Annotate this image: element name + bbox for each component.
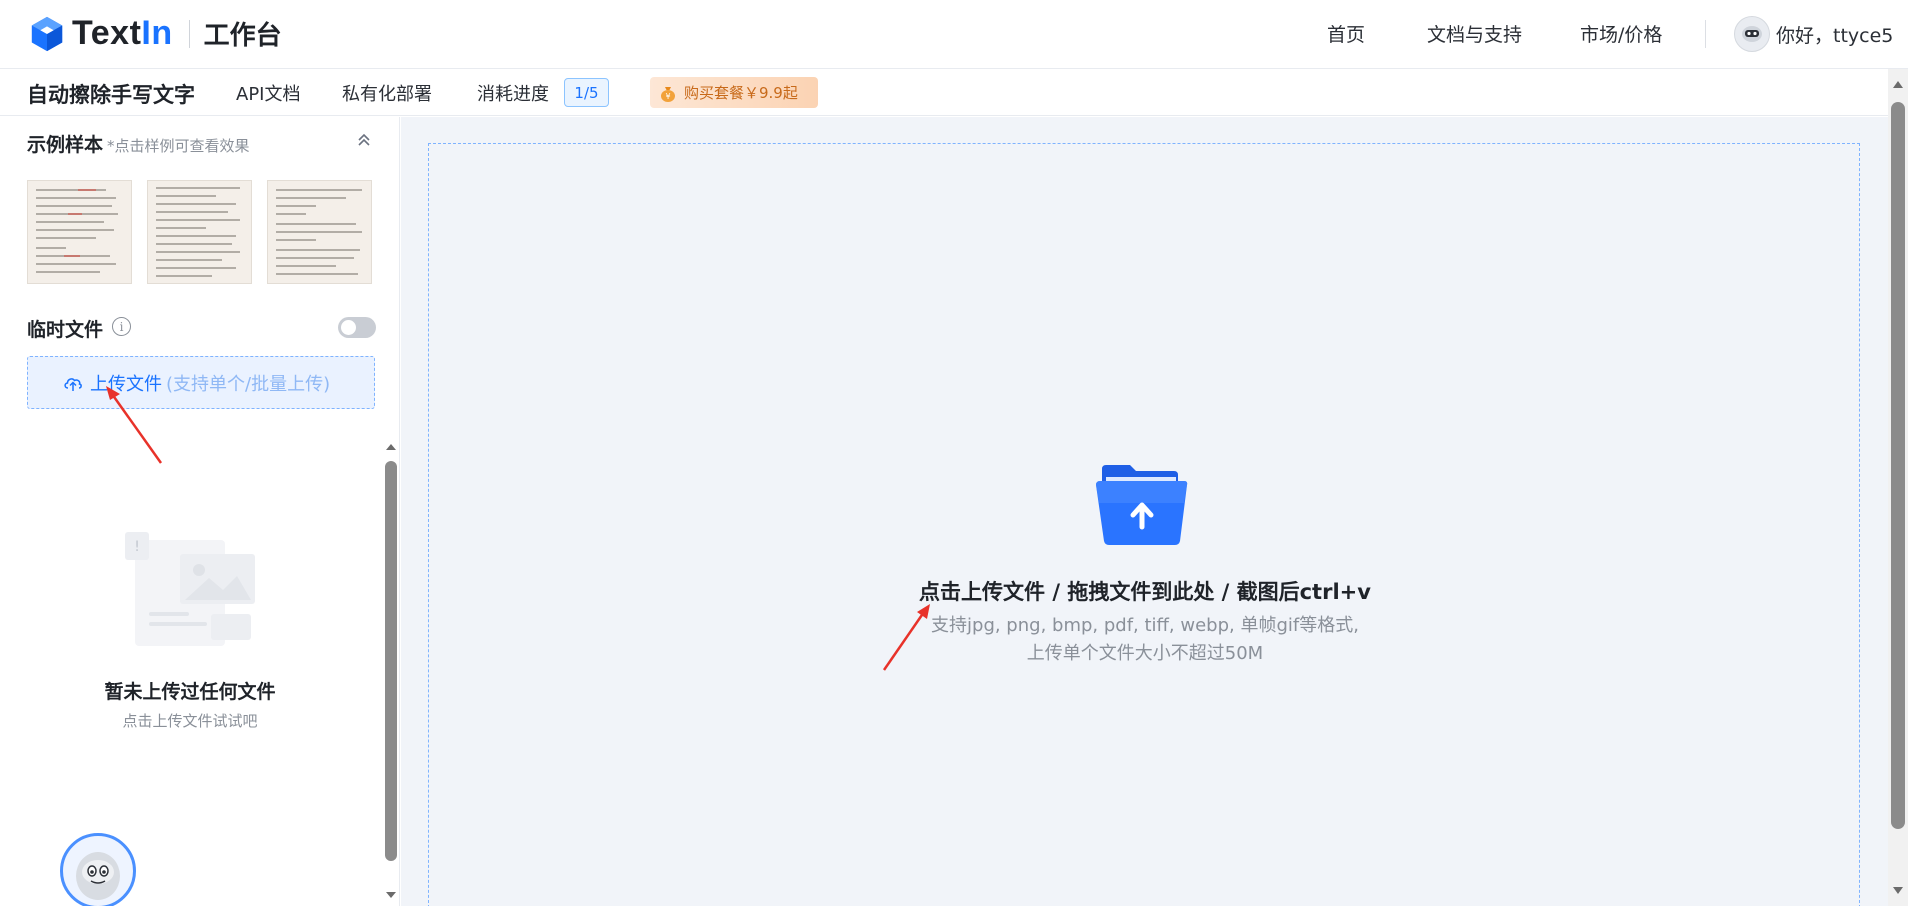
empty-files-illustration: ! [125,532,255,646]
drop-zone-formats-line-1: 支持jpg, png, bmp, pdf, tiff, webp, 单帧gif等… [931,615,1359,636]
empty-state-subtitle: 点击上传文件试试吧 [122,712,258,730]
upload-file-label: 上传文件 [90,373,162,395]
scroll-down-arrow-icon[interactable] [384,889,398,901]
nav-home[interactable]: 首页 [1327,20,1365,47]
page-scroll-up-icon[interactable] [1893,81,1903,88]
page-scrollbar-thumb[interactable] [1891,102,1905,829]
sample-thumbnail-2[interactable] [147,180,252,284]
nav-market-pricing[interactable]: 市场/价格 [1580,20,1662,47]
textin-logo[interactable]: TextIn 工作台 [28,14,282,53]
assistant-bot-avatar[interactable] [60,833,136,906]
robot-assistant-icon [76,852,120,900]
drop-zone-title: 点击上传文件 / 拖拽文件到此处 / 截图后ctrl+v [919,580,1371,604]
upload-file-button[interactable]: 上传文件 (支持单个/批量上传) [27,356,375,409]
tool-title: 自动擦除手写文字 [27,83,195,107]
folder-upload-icon[interactable] [1094,463,1190,547]
svg-text:!: ! [134,539,140,555]
private-deploy-link[interactable]: 私有化部署 [342,80,432,106]
user-greeting: 你好，ttyce5 [1776,24,1894,47]
logo-divider [188,19,190,48]
buy-package-button[interactable]: ¥ 购买套餐￥9.9起 [650,77,818,108]
nav-divider [1705,20,1706,48]
scroll-up-arrow-icon[interactable] [384,441,398,453]
robot-avatar-icon [1742,26,1762,42]
left-panel: 示例样本 *点击样例可查看效果 临时文件 i 上传文件 (支持单个/批量上传) … [0,117,400,906]
page-scroll-down-icon[interactable] [1893,887,1903,894]
drop-zone-formats: 支持jpg, png, bmp, pdf, tiff, webp, 单帧gif等… [880,612,1410,668]
user-menu[interactable]: 你好，ttyce5 [1734,16,1893,52]
workbench-title: 工作台 [203,21,282,51]
buy-package-label: 购买套餐￥9.9起 [684,84,798,102]
chevron-double-up-icon[interactable] [355,131,373,149]
sub-header: 自动擦除手写文字 API文档 私有化部署 消耗进度 1/5 ¥ 购买套餐￥9.9… [0,69,1888,116]
nav-docs-support[interactable]: 文档与支持 [1427,20,1522,47]
info-icon[interactable]: i [112,317,131,336]
logo-cube-icon [31,16,63,51]
sample-thumbnail-3[interactable] [267,180,372,284]
svg-text:¥: ¥ [665,92,670,101]
sample-thumbnail-1[interactable] [27,180,132,284]
usage-progress-badge[interactable]: 1/5 [564,78,609,107]
left-scrollbar[interactable] [383,437,397,906]
upload-file-hint: (支持单个/批量上传) [166,373,331,395]
temp-files-label: 临时文件 [27,319,104,341]
money-bag-icon: ¥ [661,86,675,102]
cloud-upload-icon [64,377,82,391]
logo-text: TextIn [72,14,173,52]
left-scrollbar-thumb[interactable] [385,461,397,861]
samples-hint: *点击样例可查看效果 [107,137,250,155]
api-docs-link[interactable]: API文档 [236,80,300,106]
samples-title: 示例样本 [27,134,104,156]
empty-state-title: 暂未上传过任何文件 [104,681,276,703]
usage-progress-label[interactable]: 消耗进度 [477,80,549,106]
temp-files-toggle[interactable] [338,317,376,338]
drop-zone-size-limit: 上传单个文件大小不超过50M [1026,643,1264,664]
page-scrollbar[interactable] [1888,69,1908,906]
top-header: TextIn 工作台 首页 文档与支持 市场/价格 你好，ttyce5 [0,0,1908,69]
user-avatar [1734,16,1770,52]
samples-header: 示例样本 *点击样例可查看效果 [27,130,250,157]
